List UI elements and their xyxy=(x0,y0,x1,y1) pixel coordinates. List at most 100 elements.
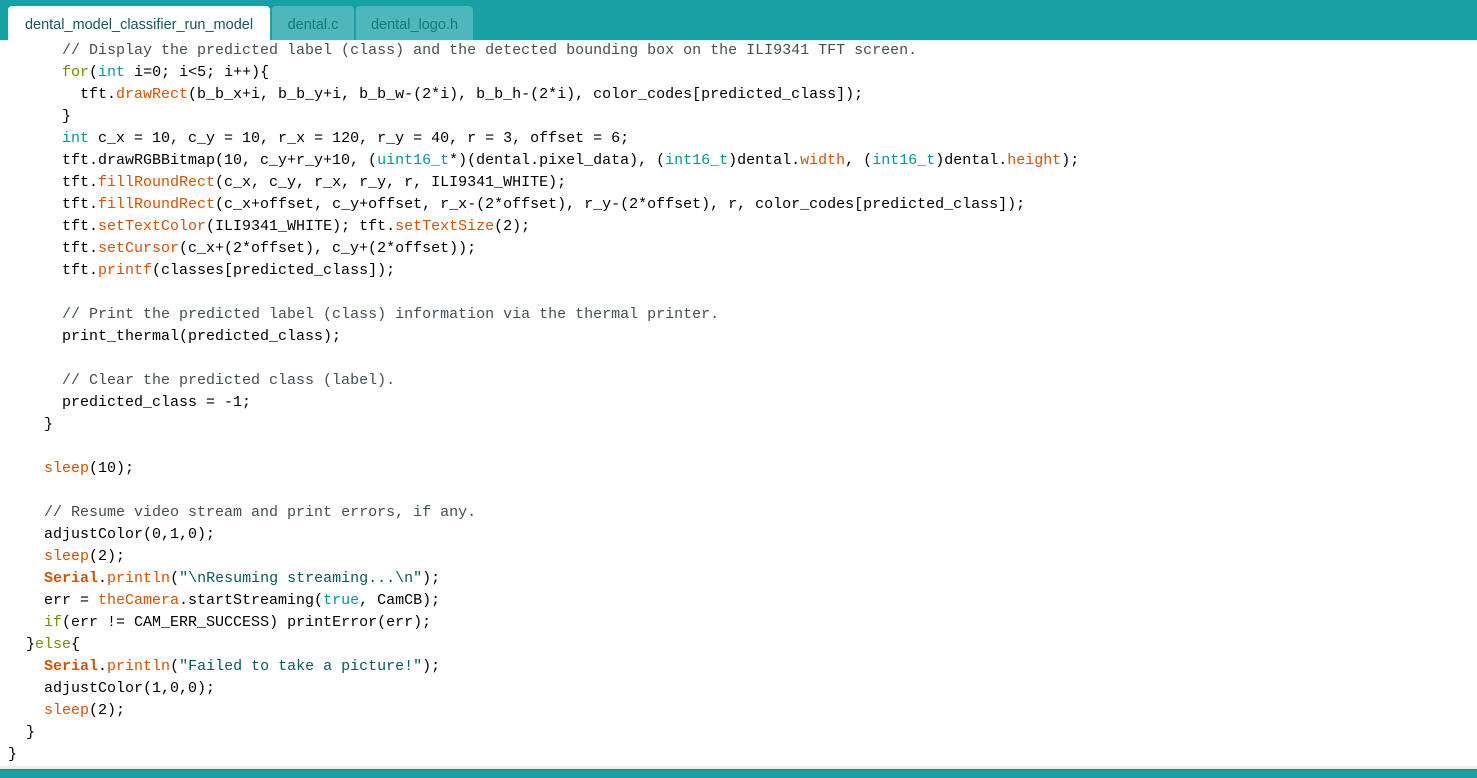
code-line: tft.fillRoundRect(c_x, c_y, r_x, r_y, r,… xyxy=(8,172,1079,194)
code-text: err = xyxy=(8,592,99,609)
code-line: } xyxy=(8,744,1079,766)
code-text: tft. xyxy=(8,86,117,103)
code-token: if xyxy=(44,614,63,631)
code-text: (2); xyxy=(89,548,126,565)
code-text: (ILI9341_WHITE); tft. xyxy=(206,218,396,235)
status-bar xyxy=(0,769,1477,778)
code-text: (classes[predicted_class]); xyxy=(152,262,396,279)
code-text: tft.drawRGBBitmap(10, c_y+r_y+10, ( xyxy=(8,152,378,169)
code-editor[interactable]: // Display the predicted label (class) a… xyxy=(0,40,1477,766)
code-token: height xyxy=(1007,152,1062,169)
code-text: tft. xyxy=(8,218,99,235)
code-line: // Print the predicted label (class) inf… xyxy=(8,304,1079,326)
code-text: .startStreaming( xyxy=(179,592,324,609)
code-text: predicted_class = -1; xyxy=(8,394,252,411)
code-token: for xyxy=(62,64,90,81)
code-text: } xyxy=(8,724,36,741)
code-line: tft.fillRoundRect(c_x+offset, c_y+offset… xyxy=(8,194,1079,216)
code-token: setTextColor xyxy=(98,218,207,235)
code-token: "Failed to take a picture!" xyxy=(179,658,423,675)
code-text: ); xyxy=(1061,152,1080,169)
code-text: ); xyxy=(422,658,441,675)
code-comment: // Print the predicted label (class) inf… xyxy=(62,306,720,323)
code-token: int16_t xyxy=(872,152,936,169)
code-text: (err != CAM_ERR_SUCCESS) printError(err)… xyxy=(62,614,432,631)
code-text: } xyxy=(8,636,36,653)
code-text: (10); xyxy=(89,460,135,477)
code-line: int c_x = 10, c_y = 10, r_x = 120, r_y =… xyxy=(8,128,1079,150)
code-text: (c_x+offset, c_y+offset, r_x-(2*offset),… xyxy=(215,196,1026,213)
code-text: (c_x+(2*offset), c_y+(2*offset)); xyxy=(179,240,477,257)
code-line: } xyxy=(8,722,1079,744)
code-token: drawRect xyxy=(116,86,189,103)
code-line: Serial.println("Failed to take a picture… xyxy=(8,656,1079,678)
code-area[interactable]: // Display the predicted label (class) a… xyxy=(8,40,1079,766)
code-text: adjustColor(0,1,0); xyxy=(8,526,216,543)
code-line: sleep(10); xyxy=(8,458,1079,480)
code-token: setTextSize xyxy=(395,218,495,235)
code-text: ( xyxy=(170,658,180,675)
code-text: , CamCB); xyxy=(359,592,441,609)
code-text: *)(dental.pixel_data), ( xyxy=(449,152,666,169)
code-line: tft.printf(classes[predicted_class]); xyxy=(8,260,1079,282)
code-text: )dental. xyxy=(728,152,801,169)
code-token: int xyxy=(62,130,90,147)
code-token: Serial xyxy=(44,570,99,587)
tab-bar: dental_model_classifier_run_model dental… xyxy=(0,0,1477,40)
code-text: ( xyxy=(89,64,99,81)
code-line: adjustColor(0,1,0); xyxy=(8,524,1079,546)
code-text: , ( xyxy=(845,152,873,169)
code-text: (2); xyxy=(494,218,531,235)
code-token: fillRoundRect xyxy=(98,174,216,191)
code-token: width xyxy=(800,152,846,169)
code-line: } xyxy=(8,414,1079,436)
code-text: ( xyxy=(170,570,180,587)
code-comment: // Clear the predicted class (label). xyxy=(62,372,396,389)
code-line: // Clear the predicted class (label). xyxy=(8,370,1079,392)
code-text: } xyxy=(8,416,54,433)
code-text: tft. xyxy=(8,174,99,191)
code-text: ); xyxy=(422,570,441,587)
code-line: // Resume video stream and print errors,… xyxy=(8,502,1079,524)
code-token: true xyxy=(323,592,360,609)
code-token: fillRoundRect xyxy=(98,196,216,213)
code-text: (c_x, c_y, r_x, r_y, r, ILI9341_WHITE); xyxy=(215,174,567,191)
code-token: sleep xyxy=(44,460,90,477)
tab-dental-model-classifier-run-model[interactable]: dental_model_classifier_run_model xyxy=(8,6,270,40)
code-token: sleep xyxy=(44,548,90,565)
code-text: adjustColor(1,0,0); xyxy=(8,680,216,697)
code-token: theCamera xyxy=(98,592,180,609)
code-token: sleep xyxy=(44,702,90,719)
code-text: )dental. xyxy=(935,152,1008,169)
code-token: "\nResuming streaming...\n" xyxy=(179,570,423,587)
code-token: setCursor xyxy=(98,240,180,257)
code-token: printf xyxy=(98,262,153,279)
code-line: sleep(2); xyxy=(8,546,1079,568)
code-text: . xyxy=(98,570,108,587)
code-text: tft. xyxy=(8,262,99,279)
code-text: } xyxy=(8,746,18,763)
code-line: print_thermal(predicted_class); xyxy=(8,326,1079,348)
tab-dental-logo-h[interactable]: dental_logo.h xyxy=(356,6,473,40)
code-line: Serial.println("\nResuming streaming...\… xyxy=(8,568,1079,590)
code-line: // Display the predicted label (class) a… xyxy=(8,40,1079,62)
tab-dental-c[interactable]: dental.c xyxy=(272,6,354,40)
code-line: tft.setTextColor(ILI9341_WHITE); tft.set… xyxy=(8,216,1079,238)
code-token: int xyxy=(98,64,126,81)
code-comment: // Display the predicted label (class) a… xyxy=(62,42,918,59)
code-text: i=0; i<5; i++){ xyxy=(125,64,270,81)
code-line: if(err != CAM_ERR_SUCCESS) printError(er… xyxy=(8,612,1079,634)
